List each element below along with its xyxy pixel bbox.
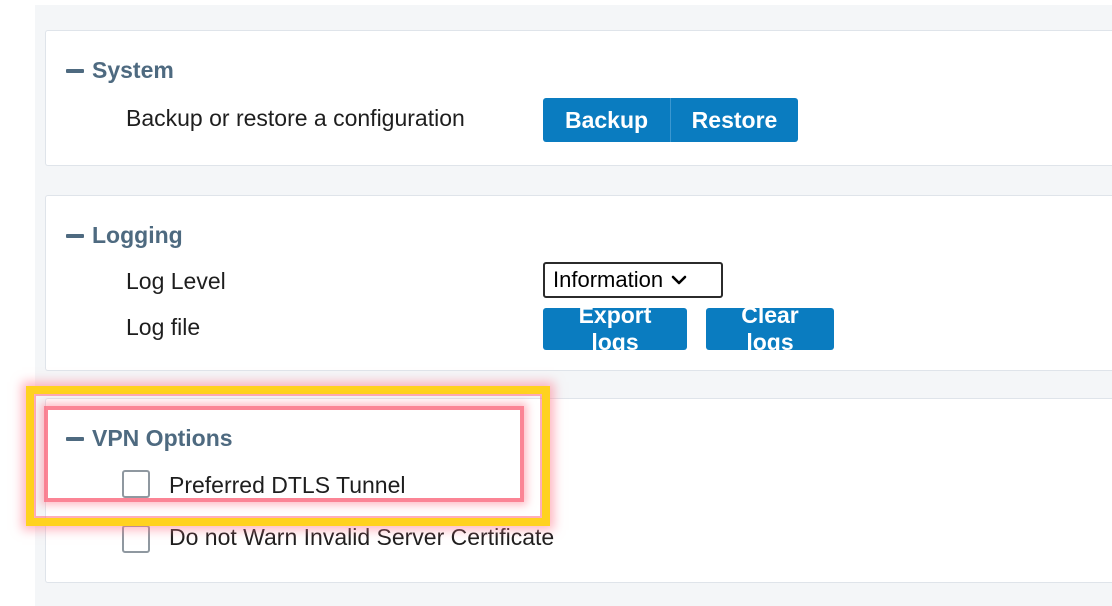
logging-section-title: Logging	[92, 222, 183, 248]
clear-logs-button[interactable]: Clear logs	[706, 302, 834, 355]
no-warn-cert-checkbox[interactable]	[122, 525, 150, 553]
backup-restore-label: Backup or restore a configuration	[126, 105, 465, 131]
chevron-down-icon	[671, 275, 687, 285]
logging-section-header[interactable]: Logging	[66, 222, 183, 249]
preferred-dtls-checkbox[interactable]	[122, 470, 150, 498]
collapse-minus-icon[interactable]	[66, 68, 84, 73]
log-level-select[interactable]: Information	[543, 262, 723, 298]
logging-panel: Logging Log Level Information Log file E…	[45, 195, 1112, 371]
vpn-options-panel: VPN Options Preferred DTLS Tunnel Do not…	[45, 398, 1112, 583]
vpn-section-title: VPN Options	[92, 425, 233, 451]
log-level-value: Information	[553, 267, 664, 292]
backup-button[interactable]: Backup	[543, 98, 670, 142]
system-panel: System Backup or restore a configuration…	[45, 30, 1112, 166]
log-file-label: Log file	[126, 314, 201, 340]
collapse-minus-icon[interactable]	[66, 233, 84, 238]
restore-button[interactable]: Restore	[670, 98, 798, 142]
collapse-minus-icon[interactable]	[66, 436, 84, 441]
export-logs-button[interactable]: Export logs	[543, 302, 687, 355]
log-level-label: Log Level	[126, 268, 226, 294]
system-section-header[interactable]: System	[66, 57, 174, 84]
vpn-section-header[interactable]: VPN Options	[66, 425, 233, 452]
preferred-dtls-label[interactable]: Preferred DTLS Tunnel	[169, 472, 406, 499]
no-warn-cert-label[interactable]: Do not Warn Invalid Server Certificate	[169, 524, 554, 551]
system-section-title: System	[92, 57, 174, 83]
